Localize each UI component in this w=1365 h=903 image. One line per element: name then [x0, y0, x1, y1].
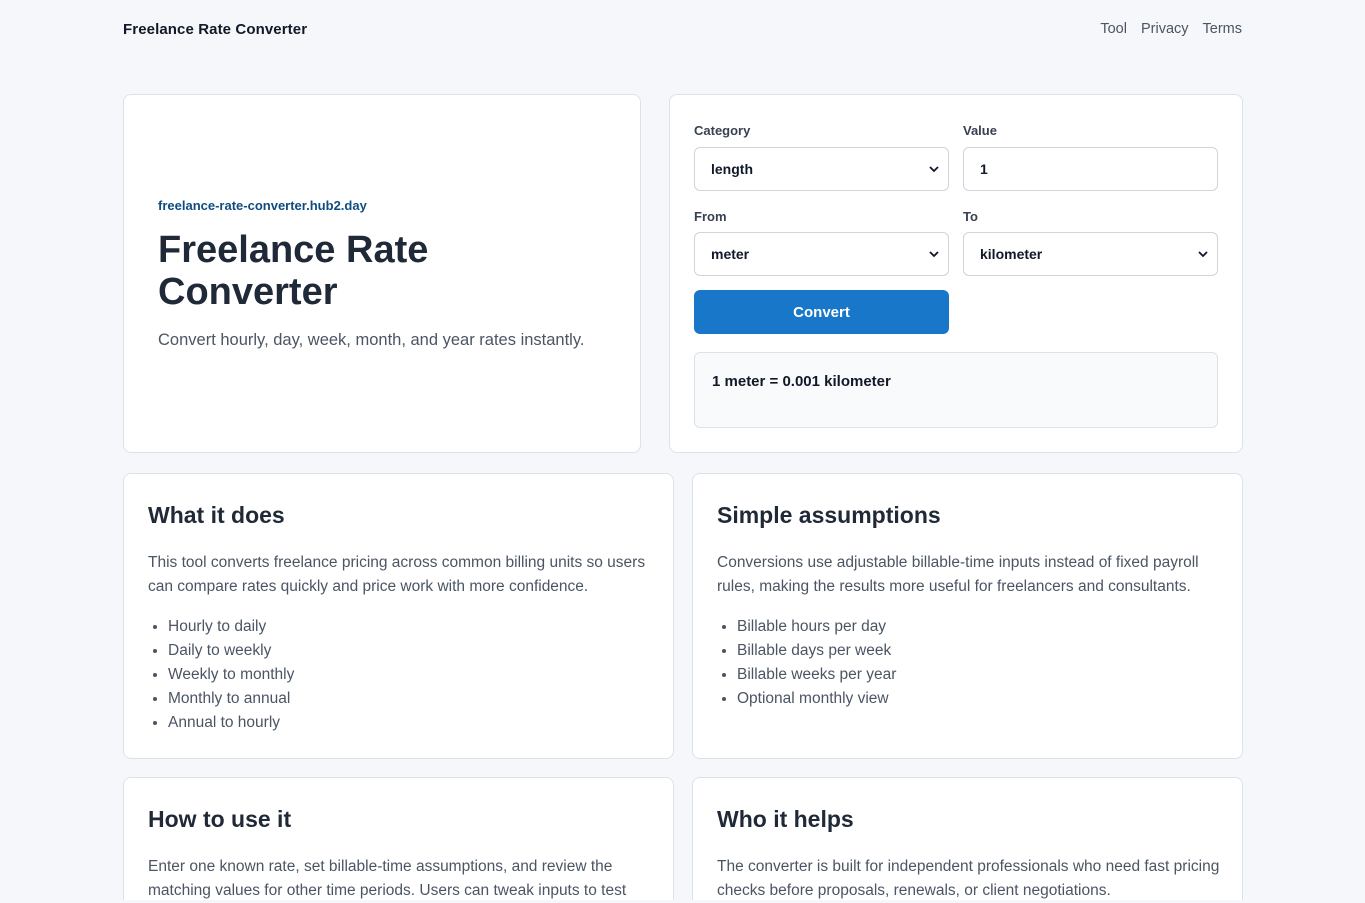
value-label: Value: [963, 123, 997, 138]
section-body: Conversions use adjustable billable-time…: [717, 554, 1199, 595]
list-item: Annual to hourly: [168, 711, 294, 735]
to-unit-value: kilometer: [980, 246, 1043, 262]
chevron-down-icon: [1198, 251, 1208, 258]
nav-link-tool[interactable]: Tool: [1100, 21, 1127, 37]
chevron-down-icon: [929, 251, 939, 258]
top-bar: Freelance Rate Converter Tool Privacy Te…: [123, 18, 1242, 44]
main-nav: Tool Privacy Terms: [1100, 21, 1242, 37]
from-label: From: [694, 209, 727, 224]
list-item: Weekly to monthly: [168, 663, 294, 687]
list-item: Hourly to daily: [168, 615, 294, 639]
feature-list: Hourly to daily Daily to weekly Weekly t…: [148, 615, 294, 735]
converter-card: Category length Value 1 From meter To ki…: [669, 94, 1243, 453]
brand-name[interactable]: Freelance Rate Converter: [123, 21, 307, 38]
hero-lead: Convert hourly, day, week, month, and ye…: [158, 331, 585, 349]
who-it-helps-card: Who it helps The converter is built for …: [692, 777, 1243, 900]
list-item: Billable hours per day: [737, 615, 896, 639]
assumption-list: Billable hours per day Billable days per…: [717, 615, 896, 711]
section-title: Who it helps: [717, 806, 854, 832]
category-label: Category: [694, 123, 751, 138]
site-domain: freelance-rate-converter.hub2.day: [158, 198, 367, 213]
section-title: How to use it: [148, 806, 292, 832]
to-unit-select[interactable]: kilometer: [963, 232, 1218, 276]
list-item: Billable days per week: [737, 639, 896, 663]
from-unit-select[interactable]: meter: [694, 232, 949, 276]
from-unit-value: meter: [711, 246, 750, 262]
convert-button[interactable]: Convert: [694, 290, 949, 334]
nav-link-privacy[interactable]: Privacy: [1141, 21, 1189, 37]
section-title: Simple assumptions: [717, 502, 941, 528]
hero-card: freelance-rate-converter.hub2.day Freela…: [123, 94, 641, 453]
section-body: The converter is built for independent p…: [717, 858, 1220, 899]
value-input-text: 1: [980, 161, 988, 177]
section-body: Enter one known rate, set billable-time …: [148, 858, 627, 899]
what-it-does-card: What it does This tool converts freelanc…: [123, 473, 674, 759]
section-title: What it does: [148, 502, 285, 528]
how-to-use-card: How to use it Enter one known rate, set …: [123, 777, 674, 900]
list-item: Daily to weekly: [168, 639, 294, 663]
nav-link-terms[interactable]: Terms: [1203, 21, 1242, 37]
category-select[interactable]: length: [694, 147, 949, 191]
to-label: To: [963, 209, 978, 224]
list-item: Optional monthly view: [737, 687, 896, 711]
category-select-value: length: [711, 161, 753, 177]
value-input[interactable]: 1: [963, 147, 1218, 191]
simple-assumptions-card: Simple assumptions Conversions use adjus…: [692, 473, 1243, 759]
list-item: Monthly to annual: [168, 687, 294, 711]
chevron-down-icon: [929, 166, 939, 173]
section-body: This tool converts freelance pricing acr…: [148, 554, 646, 595]
page-title: Freelance Rate Converter: [158, 229, 429, 313]
list-item: Billable weeks per year: [737, 663, 896, 687]
conversion-result: 1 meter = 0.001 kilometer: [694, 352, 1218, 428]
